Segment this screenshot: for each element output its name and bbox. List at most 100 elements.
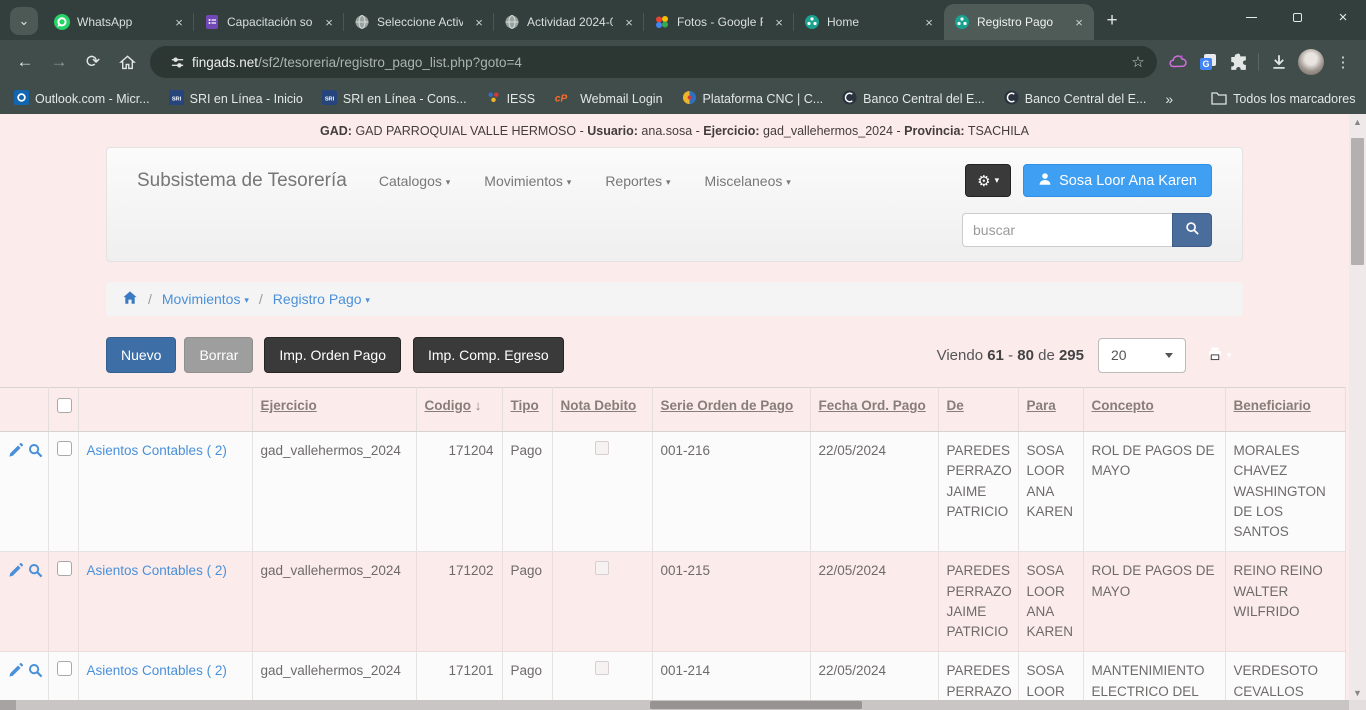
row-checkbox[interactable]	[57, 441, 72, 456]
url-path: /sf2/tesoreria/registro_pago_list.php?go…	[258, 55, 1125, 70]
header-fecha[interactable]: Fecha Ord. Pago	[810, 388, 938, 432]
tab-close-icon[interactable]: ×	[1070, 13, 1088, 31]
address-bar[interactable]: fingads.net /sf2/tesoreria/registro_pago…	[150, 46, 1157, 78]
page-size-select[interactable]: 20	[1098, 338, 1186, 373]
downloads-icon[interactable]	[1264, 47, 1294, 77]
horizontal-scrollbar-thumb[interactable]	[650, 701, 862, 709]
settings-gear-button[interactable]: ⚙▾	[965, 164, 1011, 197]
nota-debito-checkbox	[595, 561, 609, 575]
tab-close-icon[interactable]: ×	[470, 13, 488, 31]
menu-catalogos[interactable]: Catalogos ▾	[379, 173, 450, 189]
tab-close-icon[interactable]: ×	[320, 13, 338, 31]
chrome-menu-icon[interactable]: ⋮	[1328, 47, 1358, 77]
menu-movimientos[interactable]: Movimientos ▾	[484, 173, 571, 189]
header-beneficiario[interactable]: Beneficiario	[1225, 388, 1345, 432]
forward-icon[interactable]: →	[42, 45, 76, 79]
home-icon[interactable]	[110, 45, 144, 79]
browser-tab-fotos[interactable]: Fotos - Google F ×	[644, 4, 794, 40]
window-minimize-button[interactable]	[1228, 0, 1274, 34]
asientos-contables-link[interactable]: Asientos Contables ( 2)	[87, 663, 227, 678]
browser-tab-registro-pago-active[interactable]: Registro Pago ×	[944, 4, 1094, 40]
asientos-contables-link[interactable]: Asientos Contables ( 2)	[87, 443, 227, 458]
tab-search-button[interactable]: ⌄	[10, 7, 38, 35]
bookmark-sri-consultas[interactable]: SRI SRI en Línea - Cons...	[322, 90, 467, 108]
header-ejercicio[interactable]: Ejercicio	[252, 388, 416, 432]
breadcrumb-registro-pago[interactable]: Registro Pago ▾	[273, 291, 370, 307]
row-checkbox[interactable]	[57, 661, 72, 676]
header-de[interactable]: De	[938, 388, 1018, 432]
header-serie[interactable]: Serie Orden de Pago	[652, 388, 810, 432]
header-codigo[interactable]: Codigo ↓	[416, 388, 502, 432]
browser-toolbar: ← → ⟳ fingads.net /sf2/tesoreria/registr…	[0, 40, 1366, 84]
view-magnifier-icon[interactable]	[28, 563, 43, 584]
window-close-button[interactable]: ×	[1320, 0, 1366, 34]
bookmark-star-icon[interactable]: ☆	[1125, 49, 1151, 75]
nuevo-button[interactable]: Nuevo	[106, 337, 176, 373]
gear-icon: ⚙	[977, 172, 990, 190]
menu-miscelaneos[interactable]: Miscelaneos ▾	[705, 173, 791, 189]
borrar-button[interactable]: Borrar	[184, 337, 253, 373]
search-button[interactable]	[1172, 213, 1212, 247]
svg-text:SRI: SRI	[325, 96, 335, 102]
whatsapp-icon	[54, 14, 70, 30]
bookmarks-overflow-chevron[interactable]: »	[1165, 91, 1173, 107]
profile-avatar[interactable]	[1298, 49, 1324, 75]
horizontal-scrollbar[interactable]	[0, 700, 1349, 710]
bookmark-sri-inicio[interactable]: SRI SRI en Línea - Inicio	[169, 90, 303, 108]
all-bookmarks-button[interactable]: Todos los marcadores	[1211, 91, 1355, 108]
reload-icon[interactable]: ⟳	[76, 45, 110, 79]
new-tab-button[interactable]: +	[1098, 7, 1126, 35]
tab-close-icon[interactable]: ×	[920, 13, 938, 31]
vertical-scrollbar-thumb[interactable]	[1351, 138, 1364, 265]
translate-icon[interactable]: G	[1193, 47, 1223, 77]
cell-serie: 001-216	[652, 432, 810, 552]
site-info-icon[interactable]	[162, 47, 192, 77]
extensions-puzzle-icon[interactable]	[1223, 47, 1253, 77]
breadcrumb-movimientos[interactable]: Movimientos ▾	[162, 291, 249, 307]
header-concepto[interactable]: Concepto	[1083, 388, 1225, 432]
window-maximize-button[interactable]	[1274, 0, 1320, 34]
browser-tab-home[interactable]: Home ×	[794, 4, 944, 40]
header-tipo[interactable]: Tipo	[502, 388, 552, 432]
edit-pencil-icon[interactable]	[8, 443, 23, 464]
bookmark-outlook[interactable]: Outlook.com - Micr...	[14, 90, 150, 108]
scroll-left-icon[interactable]	[0, 700, 16, 710]
bookmark-webmail[interactable]: cP Webmail Login	[554, 91, 662, 108]
imp-orden-pago-button[interactable]: Imp. Orden Pago	[264, 337, 401, 373]
edit-pencil-icon[interactable]	[8, 563, 23, 584]
bookmark-cnc[interactable]: Plataforma CNC | C...	[682, 90, 824, 108]
tab-close-icon[interactable]: ×	[170, 13, 188, 31]
select-all-checkbox[interactable]	[57, 398, 72, 413]
scroll-down-icon[interactable]: ▼	[1349, 685, 1366, 700]
row-checkbox[interactable]	[57, 561, 72, 576]
header-para[interactable]: Para	[1018, 388, 1083, 432]
bookmark-iess[interactable]: IESS	[486, 90, 536, 108]
tab-close-icon[interactable]: ×	[770, 13, 788, 31]
browser-tab-actividad[interactable]: Actividad 2024-0 ×	[494, 4, 644, 40]
tab-label: WhatsApp	[77, 15, 163, 29]
asientos-contables-link[interactable]: Asientos Contables ( 2)	[87, 563, 227, 578]
cell-para: SOSA LOOR ANA KAREN	[1018, 552, 1083, 652]
header-nota-debito[interactable]: Nota Debito	[552, 388, 652, 432]
bookmark-label: IESS	[507, 92, 536, 106]
bookmark-bce-1[interactable]: Banco Central del E...	[842, 90, 985, 108]
scroll-up-icon[interactable]: ▲	[1349, 114, 1366, 129]
print-button[interactable]: ▾	[1195, 337, 1243, 373]
view-magnifier-icon[interactable]	[28, 663, 43, 684]
browser-tab-whatsapp[interactable]: WhatsApp ×	[44, 4, 194, 40]
imp-comp-egreso-button[interactable]: Imp. Comp. Egreso	[413, 337, 564, 373]
tab-close-icon[interactable]: ×	[620, 13, 638, 31]
edit-pencil-icon[interactable]	[8, 663, 23, 684]
back-icon[interactable]: ←	[8, 45, 42, 79]
browser-tab-seleccione[interactable]: Seleccione Activ ×	[344, 4, 494, 40]
vertical-scrollbar[interactable]: ▲ ▼	[1349, 114, 1366, 700]
provincia-label: Provincia:	[904, 124, 964, 138]
menu-reportes[interactable]: Reportes ▾	[605, 173, 670, 189]
view-magnifier-icon[interactable]	[28, 443, 43, 464]
extension-cloud-icon[interactable]	[1163, 47, 1193, 77]
user-button[interactable]: Sosa Loor Ana Karen	[1023, 164, 1212, 197]
breadcrumb-home-icon[interactable]	[122, 290, 138, 308]
browser-tab-forms[interactable]: Capacitación so ×	[194, 4, 344, 40]
search-input[interactable]	[962, 213, 1172, 247]
bookmark-bce-2[interactable]: Banco Central del E...	[1004, 90, 1147, 108]
